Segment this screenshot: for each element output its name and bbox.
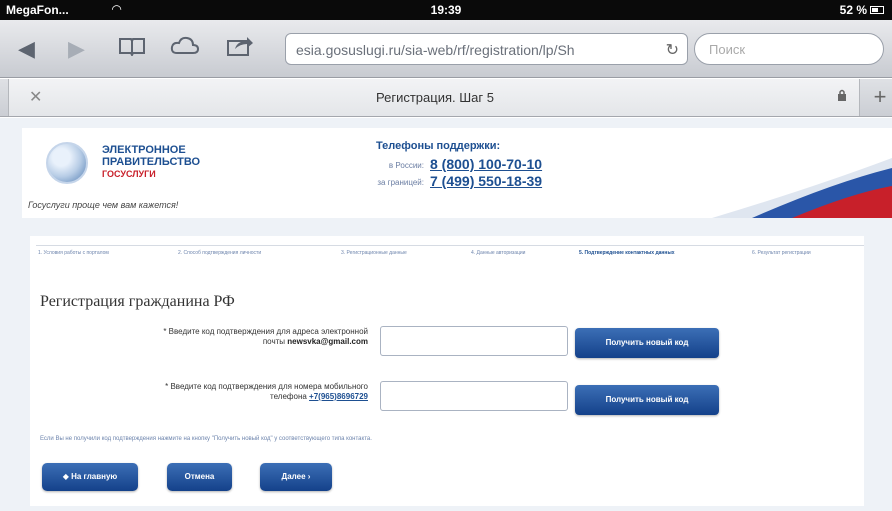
tab-bar: ✕ Регистрация. Шаг 5 + bbox=[0, 79, 892, 117]
step-3: 3. Регистрационные данные bbox=[341, 250, 407, 256]
phones-title: Телефоны поддержки: bbox=[376, 140, 501, 152]
battery-indicator: 52 % bbox=[840, 3, 884, 17]
emblem-icon bbox=[46, 142, 88, 184]
next-button[interactable]: Далее › bbox=[260, 463, 332, 491]
logo-line1: ЭЛЕКТРОННОЕ bbox=[102, 144, 186, 156]
lock-icon bbox=[837, 89, 847, 104]
logo-line3: ГОСУСЛУГИ bbox=[102, 169, 156, 179]
step-2: 2. Способ подтверждения личности bbox=[178, 250, 262, 256]
phone-russia-link[interactable]: 8 (800) 100-70-10 bbox=[430, 156, 542, 172]
email-get-new-code-button[interactable]: Получить новый код bbox=[575, 328, 719, 358]
hint-text: Если Вы не получили код подтверждения на… bbox=[40, 436, 372, 442]
web-page: ЭЛЕКТРОННОЕ ПРАВИТЕЛЬСТВО ГОСУСЛУГИ Госу… bbox=[0, 118, 892, 511]
status-bar: MegaFon... ◠ 19:39 52 % bbox=[0, 0, 892, 20]
phone-code-input[interactable] bbox=[380, 381, 568, 411]
step-4: 4. Данные авторизации bbox=[471, 250, 526, 256]
step-6: 6. Результат регистрации bbox=[752, 250, 811, 256]
slogan: Госуслуги проще чем вам кажется! bbox=[28, 200, 179, 210]
back-icon[interactable]: ◀ bbox=[18, 38, 35, 60]
plus-icon[interactable]: + bbox=[868, 85, 892, 111]
form-title: Регистрация гражданина РФ bbox=[40, 293, 235, 310]
phone1-label: в России: bbox=[388, 161, 424, 170]
email-code-label: * Введите код подтверждения для адреса э… bbox=[163, 327, 368, 346]
phone-number-link[interactable]: +7(965)8696729 bbox=[309, 392, 368, 401]
share-icon[interactable] bbox=[226, 35, 254, 61]
phone2-label: за границей: bbox=[377, 178, 424, 187]
cloud-icon[interactable] bbox=[170, 36, 200, 60]
russian-flag-banner bbox=[712, 158, 892, 218]
step-1: 1. Условия работы с порталом bbox=[38, 250, 109, 256]
email-code-input[interactable] bbox=[380, 326, 568, 356]
phone-code-label: * Введите код подтверждения для номера м… bbox=[165, 382, 368, 401]
site-header: ЭЛЕКТРОННОЕ ПРАВИТЕЛЬСТВО ГОСУСЛУГИ Госу… bbox=[22, 128, 892, 218]
forward-icon[interactable]: ▶ bbox=[68, 38, 85, 60]
tab-title: Регистрация. Шаг 5 bbox=[376, 90, 494, 105]
cancel-button[interactable]: Отмена bbox=[167, 463, 232, 491]
email-address: newsvka@gmail.com bbox=[287, 337, 368, 346]
phone-get-new-code-button[interactable]: Получить новый код bbox=[575, 385, 719, 415]
search-placeholder: Поиск bbox=[709, 42, 746, 57]
tab-registration[interactable]: ✕ Регистрация. Шаг 5 bbox=[8, 79, 860, 116]
logo-line2: ПРАВИТЕЛЬСТВО bbox=[102, 156, 201, 168]
step-5-active: 5. Подтверждение контактных данных bbox=[579, 246, 675, 256]
bookmarks-icon[interactable] bbox=[118, 36, 146, 60]
battery-icon bbox=[870, 6, 884, 14]
home-button[interactable]: ◆ На главную bbox=[42, 463, 138, 491]
step-progress: 1. Условия работы с порталом 2. Способ п… bbox=[36, 245, 864, 259]
status-time: 19:39 bbox=[430, 3, 462, 17]
reload-icon[interactable]: ↻ bbox=[666, 40, 679, 60]
registration-panel: 1. Условия работы с порталом 2. Способ п… bbox=[30, 236, 864, 506]
battery-percent: 52 % bbox=[839, 3, 867, 17]
url-text: esia.gosuslugi.ru/sia-web/rf/registratio… bbox=[296, 42, 575, 58]
search-input[interactable]: Поиск bbox=[694, 33, 884, 65]
url-bar[interactable]: esia.gosuslugi.ru/sia-web/rf/registratio… bbox=[285, 33, 688, 65]
browser-toolbar: ◀ ▶ esia.gosuslugi.ru/sia-web/rf/registr… bbox=[0, 20, 892, 78]
phone-abroad-link[interactable]: 7 (499) 550-18-39 bbox=[430, 173, 542, 189]
